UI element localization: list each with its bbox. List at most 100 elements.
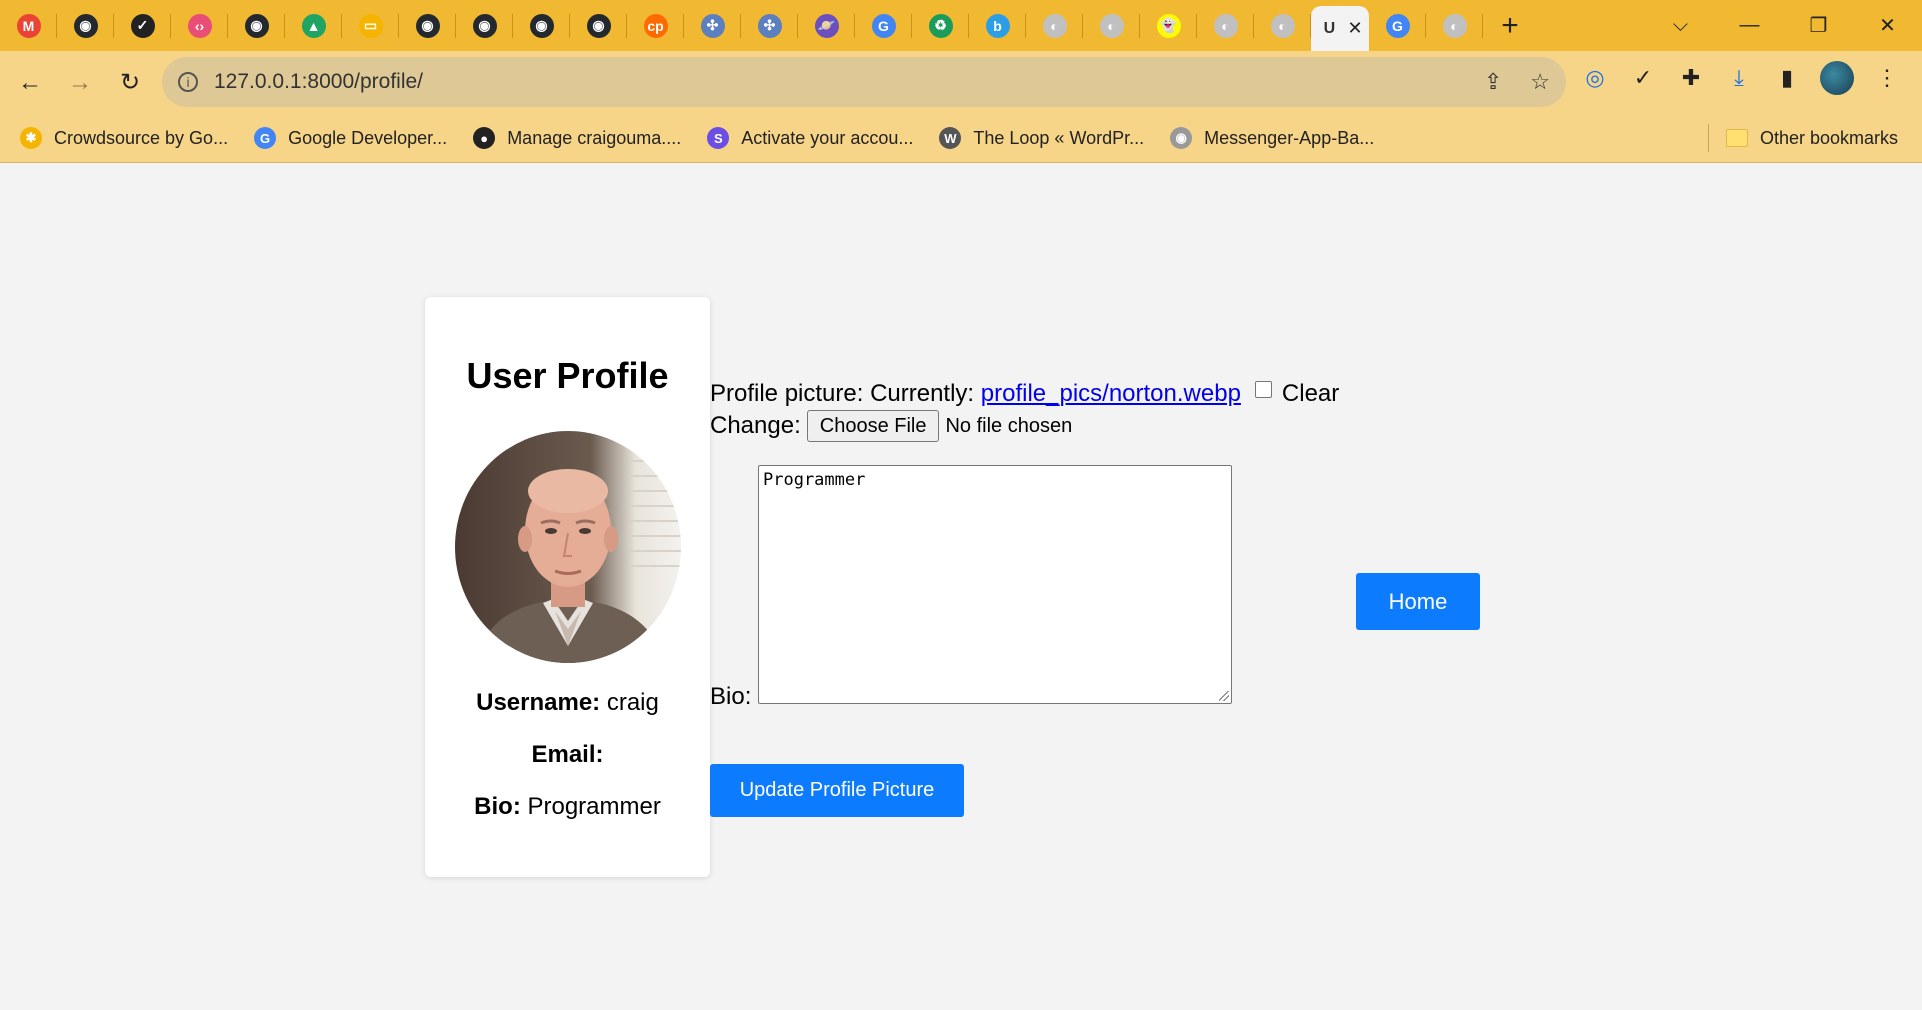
download-icon[interactable]: ⤓ xyxy=(1724,63,1754,93)
tab-search-chevron-icon[interactable]: ⌵ xyxy=(1646,0,1715,51)
new-tab-icon[interactable]: + xyxy=(1483,0,1537,51)
tab-item[interactable]: ◐ xyxy=(1026,0,1083,51)
username-label: Username: xyxy=(476,689,601,716)
bookmark-label: Google Developer... xyxy=(288,127,448,148)
bio-textarea-value: Programmer xyxy=(763,470,866,490)
minimize-icon[interactable]: — xyxy=(1715,0,1784,51)
crowdsource-icon: ✱ xyxy=(20,127,42,149)
gmail-icon: M xyxy=(16,13,41,38)
tab-item[interactable]: cp xyxy=(627,0,684,51)
tab-item[interactable]: ◐ xyxy=(1083,0,1140,51)
bookmark-star-icon[interactable]: ☆ xyxy=(1530,69,1550,95)
no-file-text: No file chosen xyxy=(945,414,1073,437)
tab-item[interactable]: b xyxy=(969,0,1026,51)
browser-toolbar: ← → ↻ i 127.0.0.1:8000/profile/ ⇪ ☆ ◎ ✓ … xyxy=(0,51,1922,114)
address-bar[interactable]: i 127.0.0.1:8000/profile/ ⇪ ☆ xyxy=(162,57,1566,107)
reload-icon[interactable]: ↻ xyxy=(110,63,150,103)
github-icon: ◉ xyxy=(73,13,98,38)
side-panel-icon[interactable]: ▮ xyxy=(1772,63,1802,93)
bookmark-item[interactable]: ● Manage craigouma.... xyxy=(473,120,681,156)
tab-item[interactable]: ✓ xyxy=(114,0,171,51)
network-icon: ✣ xyxy=(700,13,725,38)
bookmark-label: Messenger-App-Ba... xyxy=(1204,127,1375,148)
github-icon: ◉ xyxy=(586,13,611,38)
profile-picture-label: Profile picture: Currently: xyxy=(710,380,975,407)
tab-item[interactable]: ◉ xyxy=(399,0,456,51)
tab-item[interactable]: ◉ xyxy=(513,0,570,51)
restore-icon[interactable]: ❐ xyxy=(1784,0,1853,51)
check-circle-icon[interactable]: ✓ xyxy=(1628,63,1658,93)
username-value: craig xyxy=(606,689,659,716)
resize-handle-icon[interactable] xyxy=(1219,691,1229,701)
github-icon: ◉ xyxy=(529,13,554,38)
tab-item[interactable]: ▲ xyxy=(285,0,342,51)
update-profile-picture-button[interactable]: Update Profile Picture xyxy=(710,764,964,817)
tab-close-icon[interactable]: ✕ xyxy=(1347,18,1362,39)
tab-active[interactable]: U ✕ xyxy=(1311,6,1369,51)
page-content: User Profile Username: craig Email: Bio:… xyxy=(0,163,1922,1010)
tab-item[interactable]: G xyxy=(1369,0,1426,51)
bookmark-label: Manage craigouma.... xyxy=(507,127,682,148)
bookmark-item[interactable]: G Google Developer... xyxy=(254,120,447,156)
tab-item[interactable]: ◉ xyxy=(456,0,513,51)
bio-textarea[interactable]: Programmer xyxy=(758,465,1232,704)
current-picture-link[interactable]: profile_pics/norton.webp xyxy=(981,380,1241,407)
tab-item[interactable]: ◐ xyxy=(1254,0,1311,51)
tab-item[interactable]: ✣ xyxy=(741,0,798,51)
globe-icon: ◐ xyxy=(1042,13,1067,38)
s-icon: S xyxy=(707,127,730,149)
tab-item[interactable]: ◉ xyxy=(570,0,627,51)
extension-swirl-icon[interactable]: ◎ xyxy=(1580,63,1610,93)
tab-item[interactable]: ◉ xyxy=(57,0,114,51)
other-bookmarks[interactable]: Other bookmarks xyxy=(1726,120,1898,156)
tab-item[interactable]: 🪐 xyxy=(798,0,855,51)
tab-item[interactable]: G xyxy=(855,0,912,51)
url-text[interactable]: 127.0.0.1:8000/profile/ xyxy=(214,70,423,94)
tab-item[interactable]: ◐ xyxy=(1426,0,1483,51)
bio-value: Programmer xyxy=(527,793,661,820)
bookmark-item[interactable]: S Activate your accou... xyxy=(707,120,913,156)
window-close-icon[interactable]: ✕ xyxy=(1853,0,1922,51)
menu-kebab-icon[interactable]: ⋮ xyxy=(1872,63,1902,93)
clear-checkbox[interactable] xyxy=(1254,381,1272,398)
profile-photo xyxy=(455,431,681,663)
tab-item[interactable]: ‹› xyxy=(171,0,228,51)
extensions-puzzle-icon[interactable]: ✚ xyxy=(1676,63,1706,93)
tab-item[interactable]: M xyxy=(0,0,57,51)
tab-item[interactable]: ♻ xyxy=(912,0,969,51)
bookmark-item[interactable]: W The Loop « WordPr... xyxy=(939,120,1144,156)
change-picture-row: Change: Choose File No file chosen xyxy=(710,410,1072,442)
tab-item[interactable]: ▭ xyxy=(342,0,399,51)
profile-avatar-icon[interactable] xyxy=(1820,61,1854,95)
share-icon[interactable]: ⇪ xyxy=(1484,69,1502,95)
bookmark-item[interactable]: ◉ Messenger-App-Ba... xyxy=(1170,120,1374,156)
active-tab-title: U xyxy=(1323,19,1336,37)
forward-icon[interactable]: → xyxy=(60,63,100,103)
check-circle-icon: ✓ xyxy=(130,13,155,38)
tab-item[interactable]: 👻 xyxy=(1140,0,1197,51)
google-drive-icon: ▲ xyxy=(301,13,326,38)
tab-item[interactable]: ✣ xyxy=(684,0,741,51)
change-label: Change: xyxy=(710,412,801,439)
bookmark-label: The Loop « WordPr... xyxy=(973,127,1145,148)
back-icon[interactable]: ← xyxy=(10,63,50,103)
bio-field-label: Bio: xyxy=(710,683,752,710)
code-icon: ‹› xyxy=(187,13,212,38)
site-info-icon[interactable]: i xyxy=(178,72,198,92)
tab-item[interactable]: ◉ xyxy=(228,0,285,51)
bookmark-label: Crowdsource by Go... xyxy=(54,127,229,148)
home-button[interactable]: Home xyxy=(1356,573,1480,630)
globe-icon: ◐ xyxy=(1099,13,1124,38)
profile-picture-row: Profile picture: Currently: profile_pics… xyxy=(710,380,1339,408)
profile-card: User Profile Username: craig Email: Bio:… xyxy=(425,297,710,877)
network-icon: ✣ xyxy=(757,13,782,38)
tab-item[interactable]: ◐ xyxy=(1197,0,1254,51)
google-slides-icon: ▭ xyxy=(358,13,383,38)
wordpress-icon: W xyxy=(939,127,962,149)
tab-strip: M ◉ ✓ ‹› ◉ ▲ ▭ ◉ ◉ ◉ ◉ cp ✣ ✣ 🪐 G ♻ b ◐ ◐ 👻 ◐ ◐ U ✕ G ◐ + ⌵ — ❐ ✕ xyxy=(0,0,1922,51)
recycle-icon: ♻ xyxy=(928,13,953,38)
b-icon: b xyxy=(985,13,1010,38)
choose-file-button[interactable]: Choose File xyxy=(806,410,940,442)
github-icon: ◉ xyxy=(415,13,440,38)
bookmark-item[interactable]: ✱ Crowdsource by Go... xyxy=(20,120,228,156)
